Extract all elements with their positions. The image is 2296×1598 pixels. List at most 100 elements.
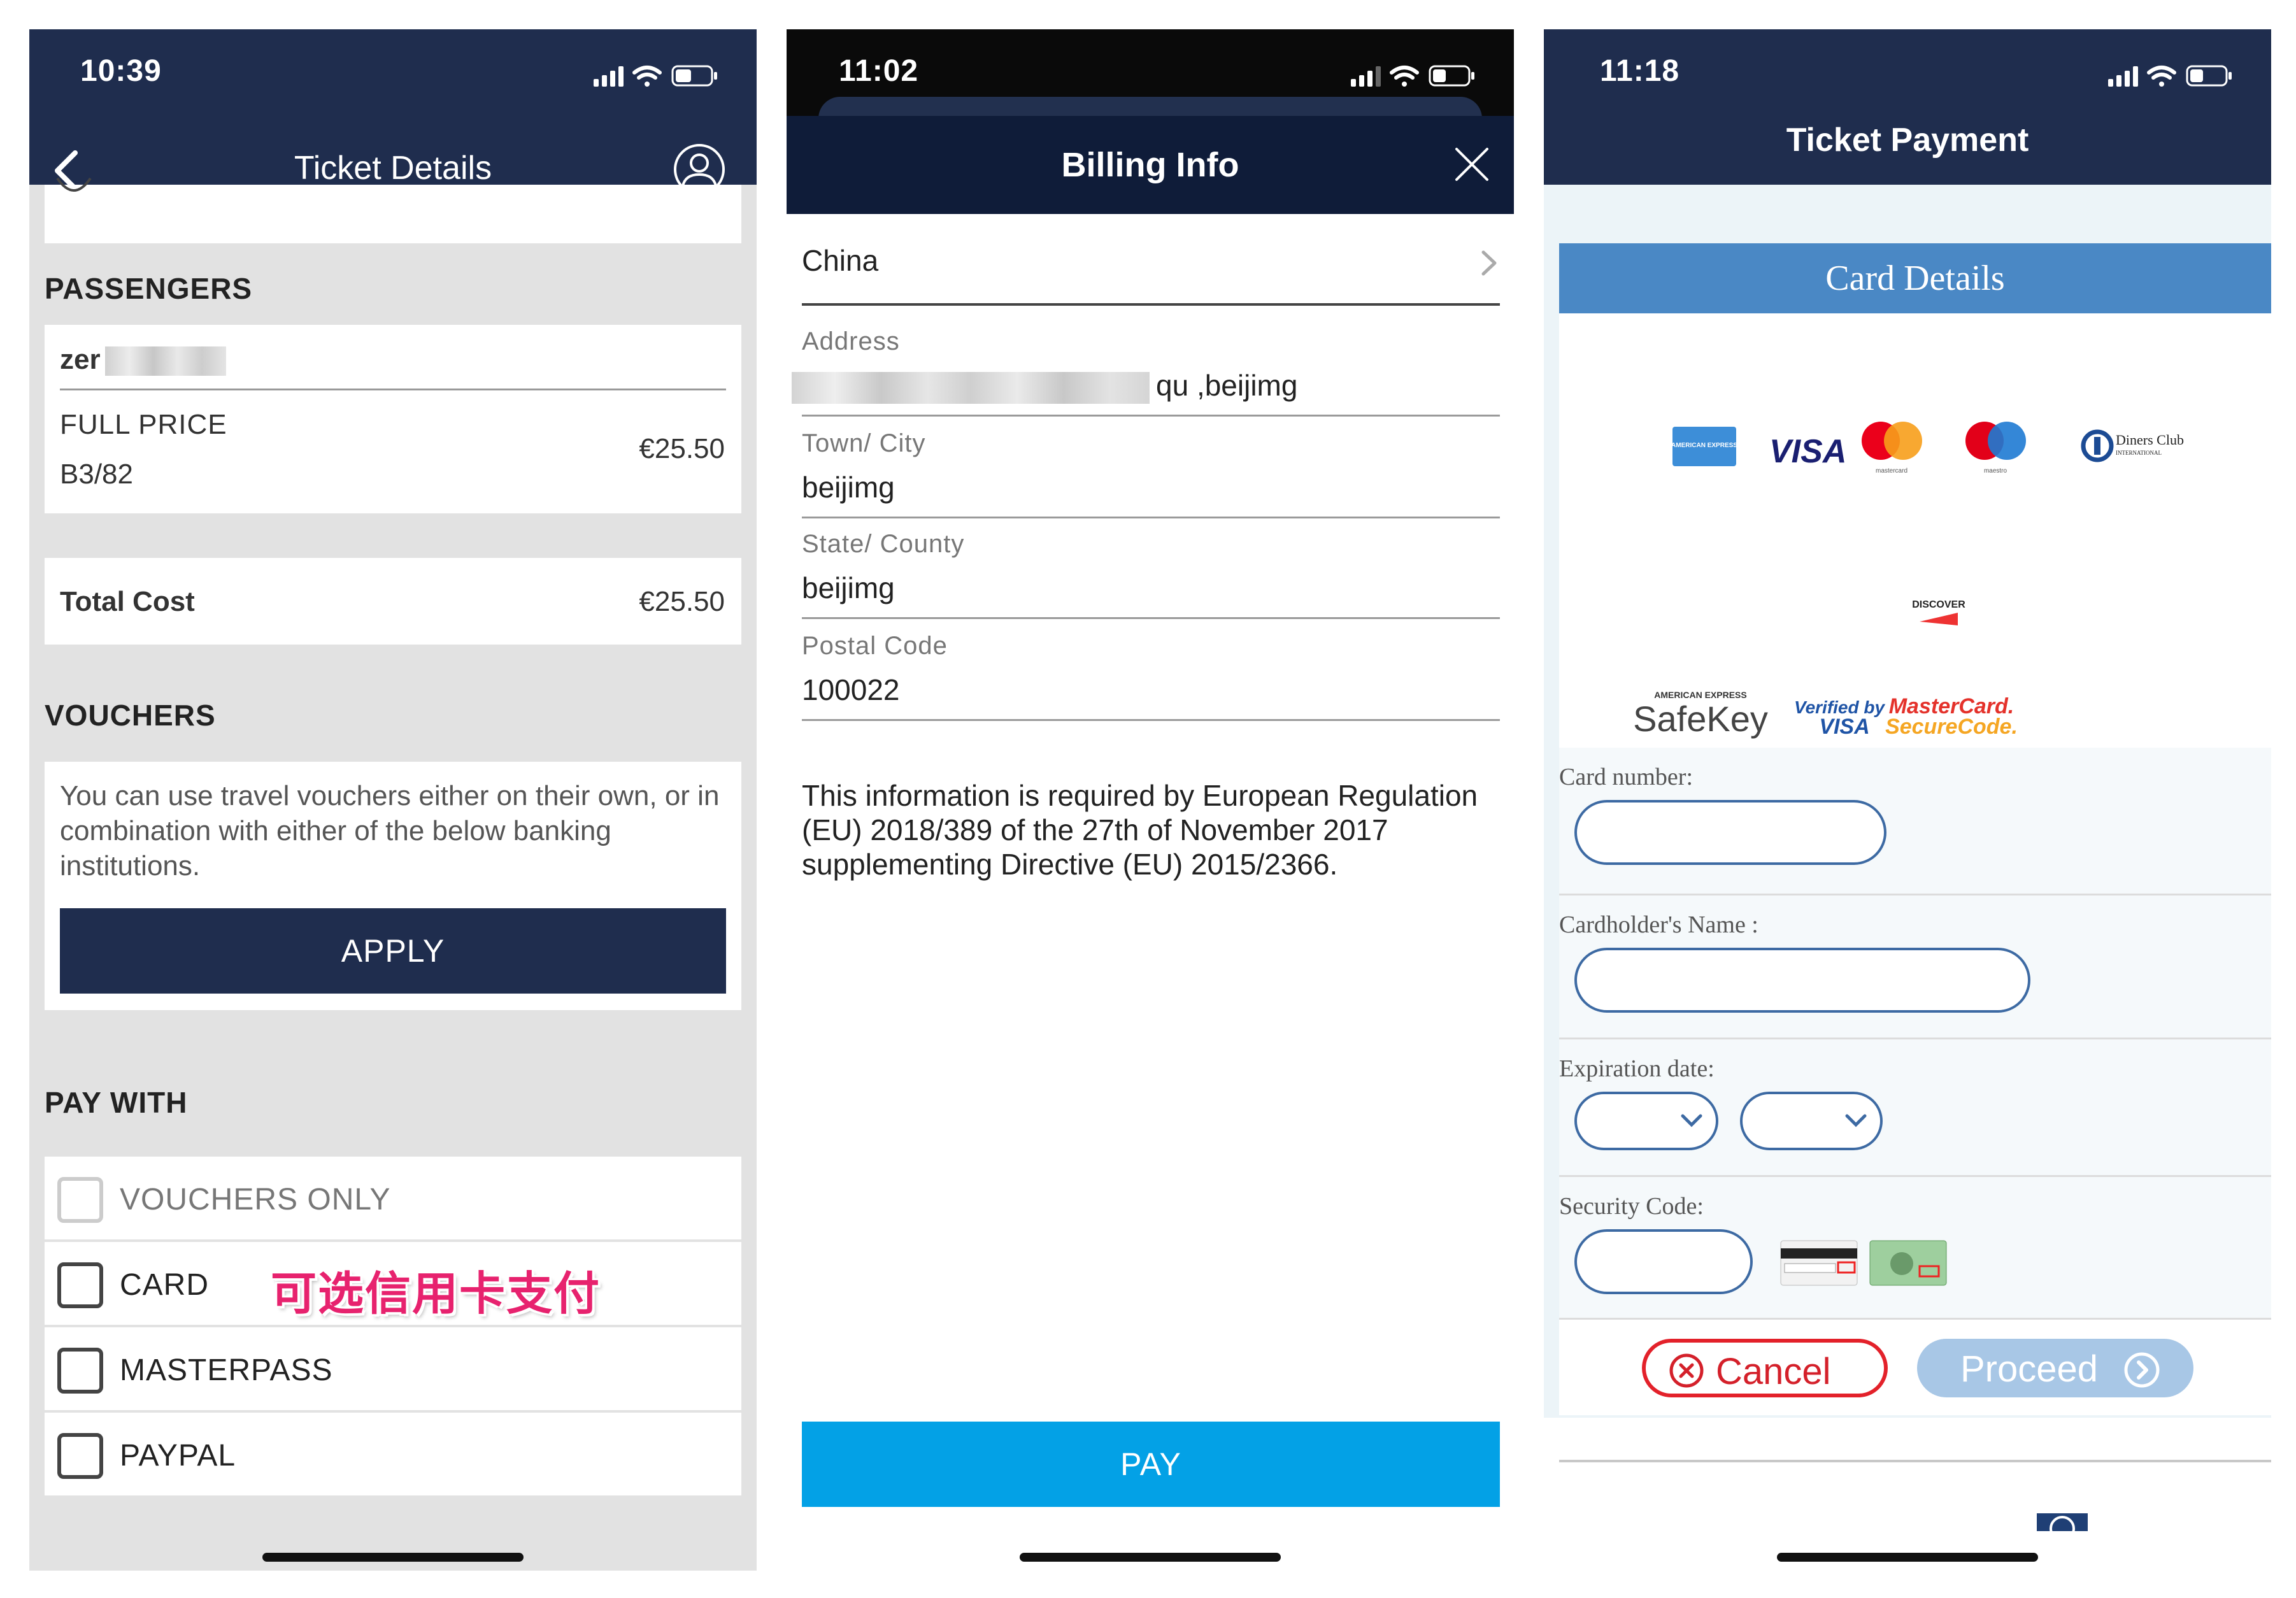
cardholder-name-input[interactable]	[1574, 948, 2030, 1013]
card-number-input[interactable]	[1574, 800, 1886, 865]
security-code-row: Security Code:	[1559, 1177, 2271, 1320]
town-city-field[interactable]: Town/ City beijimg	[802, 418, 1500, 518]
svg-text:SecureCode.: SecureCode.	[1885, 715, 2018, 739]
home-indicator	[1777, 1553, 2038, 1562]
card-back-cvv-icon	[1780, 1240, 1858, 1286]
proceed-label: Proceed	[1960, 1348, 2099, 1390]
svg-text:DISCOVER: DISCOVER	[1912, 599, 1965, 610]
expiration-month-select[interactable]	[1574, 1092, 1718, 1150]
svg-text:maestro: maestro	[1984, 467, 2007, 474]
card-logos: AMERICAN EXPRESS VISA mastercard maestro	[1559, 313, 2271, 748]
postal-code-field[interactable]: Postal Code 100022	[802, 620, 1500, 721]
wifi-icon	[2147, 66, 2176, 87]
battery-icon	[1429, 65, 1474, 87]
pay-option-label: MASTERPASS	[120, 1353, 333, 1387]
state-county-field[interactable]: State/ County beijimg	[802, 518, 1500, 619]
pay-button[interactable]: PAY	[802, 1422, 1500, 1507]
status-icons	[594, 65, 717, 87]
seat-number: B3/82	[60, 459, 133, 490]
page-title: Ticket Details	[294, 150, 492, 187]
svg-text:Diners Club: Diners Club	[2116, 432, 2184, 448]
amex-card-cvv-icon	[1869, 1240, 1947, 1286]
pay-option-card[interactable]: CARD 可选信用卡支付	[45, 1242, 741, 1325]
svg-text:AMERICAN EXPRESS: AMERICAN EXPRESS	[1671, 442, 1737, 449]
svg-text:INTERNATIONAL: INTERNATIONAL	[2116, 450, 2162, 456]
field-label: Postal Code	[802, 632, 948, 660]
field-value: qu ,beijimg	[1156, 369, 1298, 402]
apply-button[interactable]: APPLY	[60, 908, 726, 994]
svg-text:VISA: VISA	[1819, 715, 1869, 739]
x-circle-icon	[1669, 1353, 1704, 1388]
amex-safekey-logo: AMERICAN EXPRESS SafeKey	[1633, 690, 1768, 739]
billing-info-screen: 11:02 Billing Info China Address qu ,bei…	[787, 29, 1514, 1571]
passenger-card: zer FULL PRICE B3/82 €25.50	[45, 325, 741, 513]
country-select[interactable]: China	[802, 225, 1500, 306]
country-value: China	[802, 244, 879, 277]
pay-option-paypal[interactable]: PAYPAL	[45, 1413, 741, 1495]
cancel-label: Cancel	[1716, 1351, 1831, 1392]
cancel-button[interactable]: Cancel	[1642, 1339, 1888, 1397]
redacted-address	[792, 372, 1150, 404]
regulation-notice: This information is required by European…	[802, 779, 1478, 881]
cardholder-row: Cardholder's Name :	[1559, 895, 2271, 1039]
home-indicator	[262, 1553, 524, 1562]
radio-icon	[56, 177, 92, 192]
svg-text:SafeKey: SafeKey	[1633, 699, 1768, 739]
proceed-button[interactable]: Proceed	[1917, 1339, 2193, 1397]
status-bar: 10:39	[29, 29, 757, 125]
address-field[interactable]: Address qu ,beijimg	[792, 316, 1500, 417]
pay-option-label: PAYPAL	[120, 1439, 236, 1473]
signal-icon	[2108, 66, 2138, 87]
chevron-down-icon	[1681, 1114, 1702, 1127]
maestro-logo: maestro	[1965, 422, 2026, 474]
field-label: State/ County	[802, 530, 965, 558]
footer-divider	[1559, 1460, 2271, 1462]
passengers-heading: PASSENGERS	[45, 272, 253, 305]
footer-badge-icon	[2037, 1513, 2088, 1531]
card-number-row: Card number:	[1559, 748, 2271, 895]
battery-icon	[2186, 65, 2232, 87]
field-value: beijimg	[802, 571, 895, 604]
fare-price: €25.50	[639, 433, 725, 464]
pay-option-vouchers-only[interactable]: VOUCHERS ONLY	[45, 1157, 741, 1239]
pay-option-masterpass[interactable]: MASTERPASS	[45, 1327, 741, 1410]
close-icon[interactable]	[1451, 144, 1492, 185]
divider	[60, 389, 726, 390]
ticket-payment-screen: 11:18 Ticket Payment Card Details AMERIC…	[1544, 29, 2271, 1571]
wifi-icon	[632, 66, 662, 87]
home-indicator	[1020, 1553, 1281, 1562]
card-number-label: Card number:	[1559, 764, 1693, 790]
previous-card-cut	[45, 177, 741, 243]
page-title: Ticket Payment	[1786, 122, 2029, 159]
mastercard-logo: mastercard	[1862, 422, 1922, 474]
expiration-year-select[interactable]	[1740, 1092, 1883, 1150]
card-logos-graphic: AMERICAN EXPRESS VISA mastercard maestro	[1633, 422, 2184, 739]
total-cost-card: Total Cost €25.50	[45, 558, 741, 645]
security-code-label: Security Code:	[1559, 1193, 1704, 1220]
status-bar: 11:18	[1544, 29, 2271, 125]
arrow-circle-icon	[2124, 1352, 2160, 1388]
cardholder-label: Cardholder's Name :	[1559, 911, 1758, 938]
battery-icon	[671, 65, 717, 87]
pay-option-label: VOUCHERS ONLY	[120, 1183, 391, 1216]
verified-by-visa-logo: Verified by VISA	[1794, 697, 1886, 739]
signal-icon	[594, 66, 624, 87]
checkbox[interactable]	[57, 1433, 103, 1479]
expiration-row: Expiration date:	[1559, 1039, 2271, 1177]
checkbox[interactable]	[57, 1262, 103, 1308]
total-price: €25.50	[639, 586, 725, 617]
wifi-icon	[1390, 66, 1419, 87]
amex-logo: AMERICAN EXPRESS	[1671, 427, 1737, 466]
vouchers-description: You can use travel vouchers either on th…	[60, 780, 720, 881]
status-icons	[1351, 65, 1474, 87]
top-bar: 11:18 Ticket Payment	[1544, 29, 2271, 185]
diners-club-logo: Diners Club INTERNATIONAL	[2081, 429, 2184, 462]
security-code-input[interactable]	[1574, 1229, 1753, 1294]
checkbox[interactable]	[57, 1348, 103, 1394]
checkbox[interactable]	[57, 1177, 103, 1223]
chevron-right-icon	[1481, 250, 1497, 276]
screenshot-collage: 10:39 Ticket Details PASSENGERS zer FULL…	[0, 0, 2296, 1598]
vouchers-heading: VOUCHERS	[45, 699, 216, 732]
mastercard-securecode-logo: MasterCard. SecureCode.	[1885, 694, 2018, 739]
top-bar: 10:39 Ticket Details	[29, 29, 757, 195]
